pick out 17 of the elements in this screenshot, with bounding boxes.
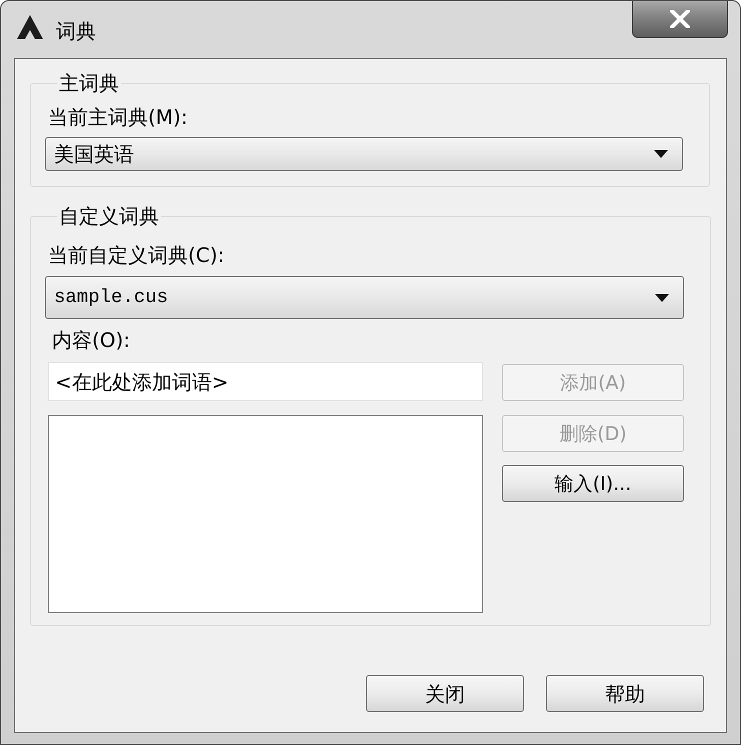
- field-label: 内容(O):: [52, 327, 132, 353]
- dialog-button[interactable]: 输入(I)...: [502, 465, 684, 502]
- dialog-button[interactable]: 帮助: [546, 675, 704, 712]
- group-title: 主词典: [58, 70, 120, 96]
- field-label: 当前自定义词典(C):: [48, 242, 226, 268]
- close-icon: [670, 10, 690, 28]
- dropdown[interactable]: sample.cus: [45, 276, 684, 319]
- field-label: 当前主词典(M):: [48, 104, 189, 130]
- dialog-button[interactable]: 关闭: [366, 675, 524, 712]
- close-button[interactable]: [632, 1, 728, 38]
- caret-icon: [654, 150, 668, 158]
- dropdown[interactable]: 美国英语: [45, 137, 683, 171]
- caret-icon: [655, 294, 669, 302]
- word-input-field[interactable]: <在此处添加词语>: [48, 362, 483, 401]
- window-title: 词典: [56, 18, 96, 44]
- group-title: 自定义词典: [58, 203, 160, 229]
- logo-icon: [17, 15, 43, 39]
